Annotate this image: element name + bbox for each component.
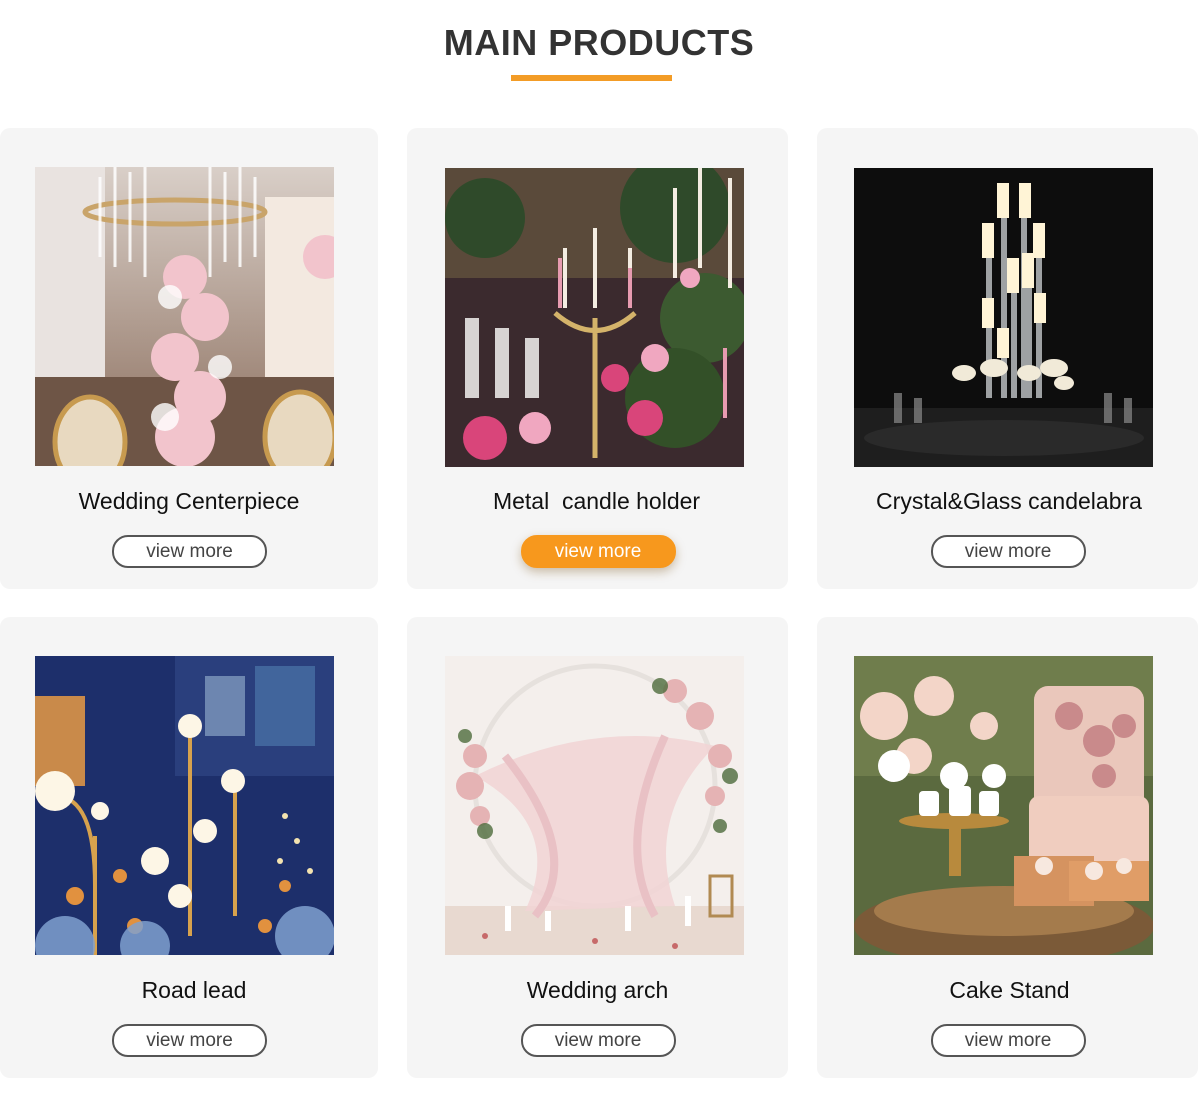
product-name: Cake Stand bbox=[949, 977, 1070, 1003]
section-title: MAIN PRODUCTS bbox=[443, 22, 755, 63]
product-image-metal-candle-holder[interactable] bbox=[445, 168, 744, 467]
product-image-cake-stand[interactable] bbox=[854, 656, 1153, 955]
view-more-button[interactable]: view more bbox=[930, 1024, 1086, 1057]
product-name: Wedding arch bbox=[526, 977, 669, 1003]
product-card-wedding-arch[interactable]: Wedding arch view more bbox=[407, 617, 788, 1078]
product-name: Wedding Centerpiece bbox=[78, 488, 300, 514]
product-image-road-lead[interactable] bbox=[35, 656, 334, 955]
product-card-metal-candle-holder[interactable]: Metal candle holder view more bbox=[407, 128, 788, 589]
product-name: Road lead bbox=[141, 977, 247, 1003]
product-image-crystal-glass-candelabra[interactable] bbox=[854, 168, 1153, 467]
title-underline bbox=[511, 75, 672, 81]
product-image-wedding-arch[interactable] bbox=[445, 656, 744, 955]
view-more-button[interactable]: view more bbox=[112, 1024, 267, 1057]
product-image-wedding-centerpiece[interactable] bbox=[35, 167, 334, 466]
view-more-button[interactable]: view more bbox=[112, 535, 267, 568]
view-more-button[interactable]: view more bbox=[520, 1024, 676, 1057]
product-card-cake-stand[interactable]: Cake Stand view more bbox=[817, 617, 1198, 1078]
product-card-wedding-centerpiece[interactable]: Wedding Centerpiece view more bbox=[0, 128, 378, 589]
product-name: Crystal&Glass candelabra bbox=[876, 488, 1142, 514]
view-more-button[interactable]: view more bbox=[930, 535, 1086, 568]
product-name: Metal candle holder bbox=[492, 488, 701, 514]
product-card-road-lead[interactable]: Road lead view more bbox=[0, 617, 378, 1078]
view-more-button[interactable]: view more bbox=[520, 535, 676, 568]
product-card-crystal-glass-candelabra[interactable]: Crystal&Glass candelabra view more bbox=[817, 128, 1198, 589]
